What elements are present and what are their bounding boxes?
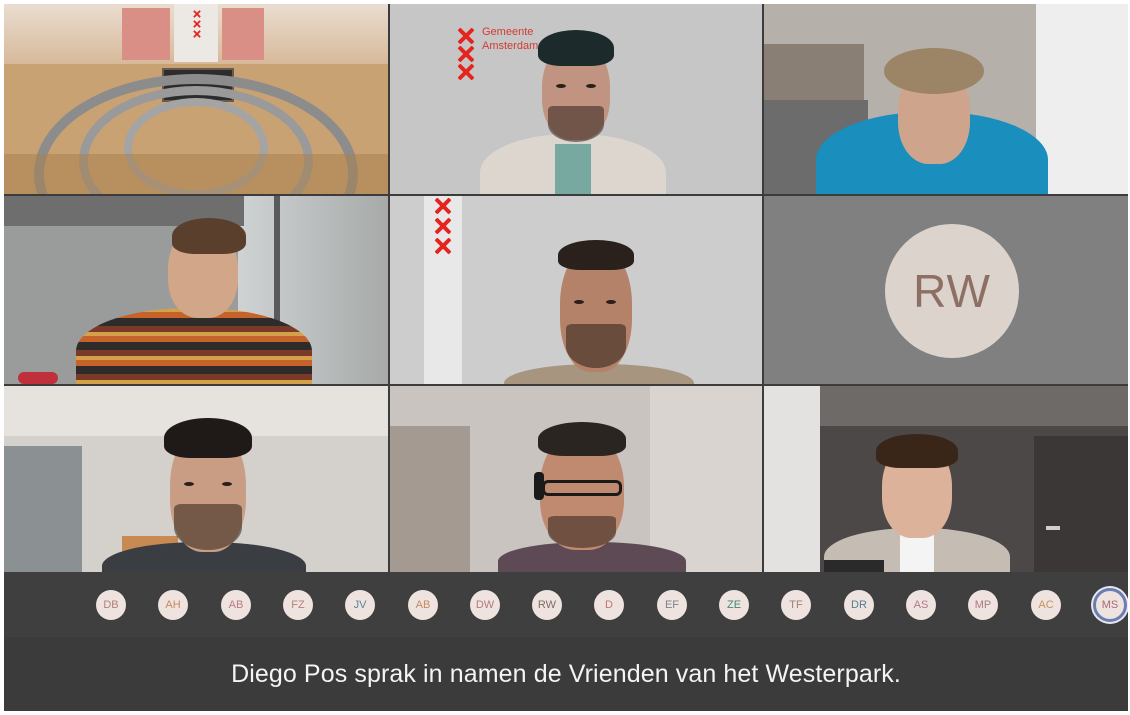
headset <box>534 472 544 500</box>
person-hair <box>172 218 246 254</box>
participant-avatar-dw[interactable]: DW <box>470 590 500 620</box>
participant-avatar-rw[interactable]: RW <box>532 590 562 620</box>
amsterdam-cross-icon <box>435 238 451 254</box>
eye <box>574 300 584 304</box>
person-beard <box>174 504 242 550</box>
participant-avatar-ms[interactable]: MS <box>1093 588 1127 622</box>
participant-strip: DB AH AB FZ JV AB DW RW D EF ZE TF DR AS MP AC MS <box>4 572 1128 637</box>
eye <box>184 482 194 486</box>
person-beard <box>548 106 604 142</box>
participant-avatar-d[interactable]: D <box>594 590 624 620</box>
video-tile-participant-8[interactable] <box>390 386 762 572</box>
amsterdam-cross-icon <box>458 28 474 44</box>
door-handle <box>1046 526 1060 530</box>
caption-text: Diego Pos sprak in namen de Vrienden van… <box>231 659 901 688</box>
participant-avatar-tf[interactable]: TF <box>781 590 811 620</box>
video-tile-council-chamber[interactable] <box>4 4 388 194</box>
doorframe <box>390 426 470 572</box>
participant-avatar-as[interactable]: AS <box>906 590 936 620</box>
ceiling-light <box>820 386 1128 426</box>
participant-avatar-ab[interactable]: AB <box>221 590 251 620</box>
participant-avatar-mp[interactable]: MP <box>968 590 998 620</box>
video-tile-avatar-rw[interactable]: RW <box>764 196 1128 384</box>
chamber-red-wall-right <box>222 8 264 60</box>
eye <box>556 84 566 88</box>
amsterdam-cross-icon <box>193 20 200 27</box>
laptop <box>824 560 884 572</box>
person-beard <box>548 516 616 548</box>
participant-avatar-db[interactable]: DB <box>96 590 126 620</box>
window-left <box>4 446 82 572</box>
video-tile-participant-4[interactable] <box>4 196 388 384</box>
video-tile-participant-5[interactable] <box>390 196 762 384</box>
amsterdam-cross-icon <box>435 218 451 234</box>
person-hair <box>876 434 958 468</box>
video-tile-participant-9[interactable] <box>764 386 1128 572</box>
back-wall <box>650 386 762 572</box>
video-call-window: Gemeente Amsterdam RW DB AH AB FZ JV AB … <box>4 4 1128 711</box>
person-hair <box>558 240 634 270</box>
amsterdam-cross-icon <box>193 30 200 37</box>
person-hair <box>884 48 984 94</box>
amsterdam-cross-icon <box>435 198 451 214</box>
participant-avatar-ze[interactable]: ZE <box>719 590 749 620</box>
person-hair <box>538 30 614 66</box>
participant-avatar-fz[interactable]: FZ <box>283 590 313 620</box>
eye <box>586 84 596 88</box>
video-tile-participant-3[interactable] <box>764 4 1128 194</box>
wall-left <box>764 386 820 572</box>
person-shirt <box>555 144 591 194</box>
participant-avatar-ab[interactable]: AB <box>408 590 438 620</box>
video-tile-participant-2[interactable]: Gemeente Amsterdam <box>390 4 762 194</box>
avatar-rw: RW <box>885 224 1019 358</box>
glasses <box>542 480 622 496</box>
gemeente-logo-line1: Gemeente <box>482 26 534 38</box>
person-shirt <box>900 534 934 572</box>
gemeente-logo-line2: Amsterdam <box>482 40 539 52</box>
chamber-red-wall-left <box>122 8 170 60</box>
amsterdam-cross-icon <box>193 10 200 17</box>
door <box>1034 436 1128 572</box>
amsterdam-cross-icon <box>458 46 474 62</box>
amsterdam-cross-icon <box>458 64 474 80</box>
shelf-boxes <box>764 44 864 100</box>
caption-bar: Diego Pos sprak in namen de Vrienden van… <box>4 637 1128 711</box>
whiteboard <box>1036 4 1128 194</box>
red-object <box>18 372 58 384</box>
person-hair <box>538 422 626 456</box>
video-tile-participant-7[interactable] <box>4 386 388 572</box>
person-hair <box>164 418 252 458</box>
participant-avatar-dr[interactable]: DR <box>844 590 874 620</box>
eye <box>222 482 232 486</box>
chamber-floor <box>4 154 388 194</box>
participant-avatar-jv[interactable]: JV <box>345 590 375 620</box>
eye <box>606 300 616 304</box>
person-beard <box>566 324 626 368</box>
participant-avatar-ac[interactable]: AC <box>1031 590 1061 620</box>
participant-avatar-ef[interactable]: EF <box>657 590 687 620</box>
person-sweater <box>76 308 312 384</box>
participant-avatar-ah[interactable]: AH <box>158 590 188 620</box>
